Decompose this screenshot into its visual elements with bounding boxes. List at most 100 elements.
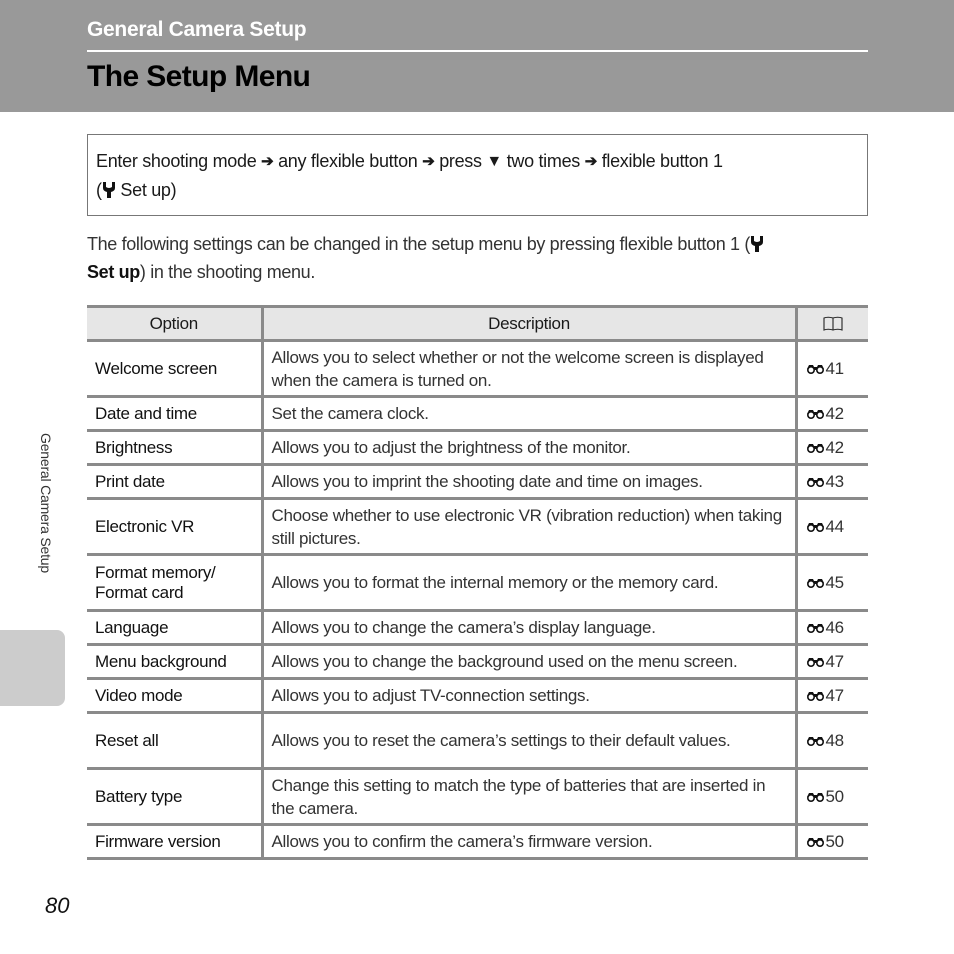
reference-page: 50: [825, 786, 845, 806]
wrench-icon: [102, 178, 116, 198]
reference-cell: 41: [794, 339, 868, 398]
reference-cell: 42: [794, 429, 868, 466]
option-name: Firmware version: [95, 831, 221, 851]
setup-menu-table: Option Description Welcome screen Allows …: [87, 305, 868, 860]
chapter-tab: [0, 630, 65, 706]
book-icon: [823, 316, 843, 332]
intro-text-after: ) in the shooting menu.: [139, 262, 315, 282]
binoculars-icon: [806, 573, 825, 588]
nav-step-shooting-mode: Enter shooting mode: [96, 151, 257, 171]
option-name: Brightness: [95, 437, 173, 457]
nav-set-up-label: Set up): [120, 180, 177, 200]
reference-cell: 50: [794, 823, 868, 860]
option-name: Battery type: [95, 786, 183, 806]
binoculars-icon: [806, 359, 825, 374]
side-section-label: General Camera Setup: [38, 433, 54, 573]
reference-cell: 45: [794, 553, 868, 612]
table-row: Language Allows you to change the camera’…: [87, 609, 868, 646]
description-cell: Allows you to change the background used…: [260, 643, 796, 680]
option-name: Format memory/Format card: [95, 562, 216, 602]
option-cell: Format memory/Format card: [87, 553, 262, 612]
table-row: Reset all Allows you to reset the camera’…: [87, 711, 868, 770]
option-cell: Menu background: [87, 643, 262, 680]
option-cell: Electronic VR: [87, 497, 262, 556]
binoculars-icon: [806, 731, 825, 746]
reference-page: 45: [825, 572, 845, 592]
option-name: Language: [95, 617, 169, 637]
option-name: Menu background: [95, 651, 227, 671]
option-name: Reset all: [95, 730, 159, 750]
intro-paragraph: The following settings can be changed in…: [87, 230, 868, 286]
description-cell: Allows you to change the camera’s displa…: [260, 609, 796, 646]
column-header-description: Description: [260, 305, 796, 342]
reference-cell: 48: [794, 711, 868, 770]
binoculars-icon: [806, 438, 825, 453]
option-cell: Video mode: [87, 677, 262, 714]
nav-step-press-suffix: two times: [506, 151, 581, 171]
right-arrow-icon: ➔: [584, 153, 598, 170]
reference-cell: 46: [794, 609, 868, 646]
binoculars-icon: [806, 652, 825, 667]
table-row: Format memory/Format card Allows you to f…: [87, 553, 868, 612]
description-cell: Allows you to confirm the camera’s firmw…: [260, 823, 796, 860]
table-header-row: Option Description: [87, 305, 868, 342]
option-cell: Firmware version: [87, 823, 262, 860]
option-cell: Reset all: [87, 711, 262, 770]
right-arrow-icon: ➔: [422, 153, 435, 170]
option-name: Date and time: [95, 403, 197, 423]
option-cell: Welcome screen: [87, 339, 262, 398]
menu-navigation-box: Enter shooting mode ➔ any flexible butto…: [87, 134, 868, 216]
header-divider: [87, 50, 868, 52]
binoculars-icon: [806, 404, 825, 419]
table-row: Date and time Set the camera clock. 42: [87, 395, 868, 432]
option-cell: Battery type: [87, 767, 262, 826]
intro-set-up-label: Set up: [87, 262, 140, 282]
description-cell: Allows you to select whether or not the …: [260, 339, 796, 398]
option-cell: Language: [87, 609, 262, 646]
table-row: Welcome screen Allows you to select wheth…: [87, 339, 868, 398]
reference-page: 50: [825, 831, 845, 851]
description-cell: Allows you to adjust the brightness of t…: [260, 429, 796, 466]
reference-cell: 43: [794, 463, 868, 500]
reference-cell: 42: [794, 395, 868, 432]
wrench-icon: [750, 232, 764, 252]
reference-page: 47: [825, 685, 845, 705]
reference-page: 48: [825, 730, 845, 750]
table-row: Electronic VR Choose whether to use elect…: [87, 497, 868, 556]
description-cell: Choose whether to use electronic VR (vib…: [260, 497, 796, 556]
nav-step-press-prefix: press: [439, 151, 482, 171]
option-cell: Brightness: [87, 429, 262, 466]
binoculars-icon: [806, 686, 825, 701]
reference-page: 44: [825, 516, 845, 536]
reference-cell: 50: [794, 767, 868, 826]
table-row: Brightness Allows you to adjust the brigh…: [87, 429, 868, 466]
option-cell: Print date: [87, 463, 262, 500]
page-title: The Setup Menu: [87, 60, 311, 93]
nav-step-flexible-button: any flexible button: [278, 151, 418, 171]
binoculars-icon: [806, 832, 825, 847]
description-cell: Allows you to format the internal memory…: [260, 553, 796, 612]
column-header-option: Option: [87, 305, 262, 342]
option-cell: Date and time: [87, 395, 262, 432]
reference-cell: 47: [794, 643, 868, 680]
table-row: Video mode Allows you to adjust TV-connec…: [87, 677, 868, 714]
option-name: Welcome screen: [95, 358, 218, 378]
right-arrow-icon: ➔: [261, 153, 274, 170]
table-row: Battery type Change this setting to match…: [87, 767, 868, 826]
reference-page: 46: [825, 617, 845, 637]
reference-cell: 44: [794, 497, 868, 556]
table-row: Firmware version Allows you to confirm th…: [87, 823, 868, 860]
down-triangle-icon: ▼: [486, 153, 502, 170]
description-cell: Allows you to imprint the shooting date …: [260, 463, 796, 500]
binoculars-icon: [806, 787, 825, 802]
description-cell: Allows you to reset the camera’s setting…: [260, 711, 796, 770]
reference-page: 47: [825, 651, 845, 671]
option-name: Print date: [95, 471, 165, 491]
description-cell: Allows you to adjust TV-connection setti…: [260, 677, 796, 714]
table-row: Print date Allows you to imprint the shoo…: [87, 463, 868, 500]
binoculars-icon: [806, 472, 825, 487]
option-name: Electronic VR: [95, 516, 195, 536]
reference-page: 41: [825, 358, 845, 378]
option-name: Video mode: [95, 685, 183, 705]
section-title: General Camera Setup: [87, 18, 307, 41]
